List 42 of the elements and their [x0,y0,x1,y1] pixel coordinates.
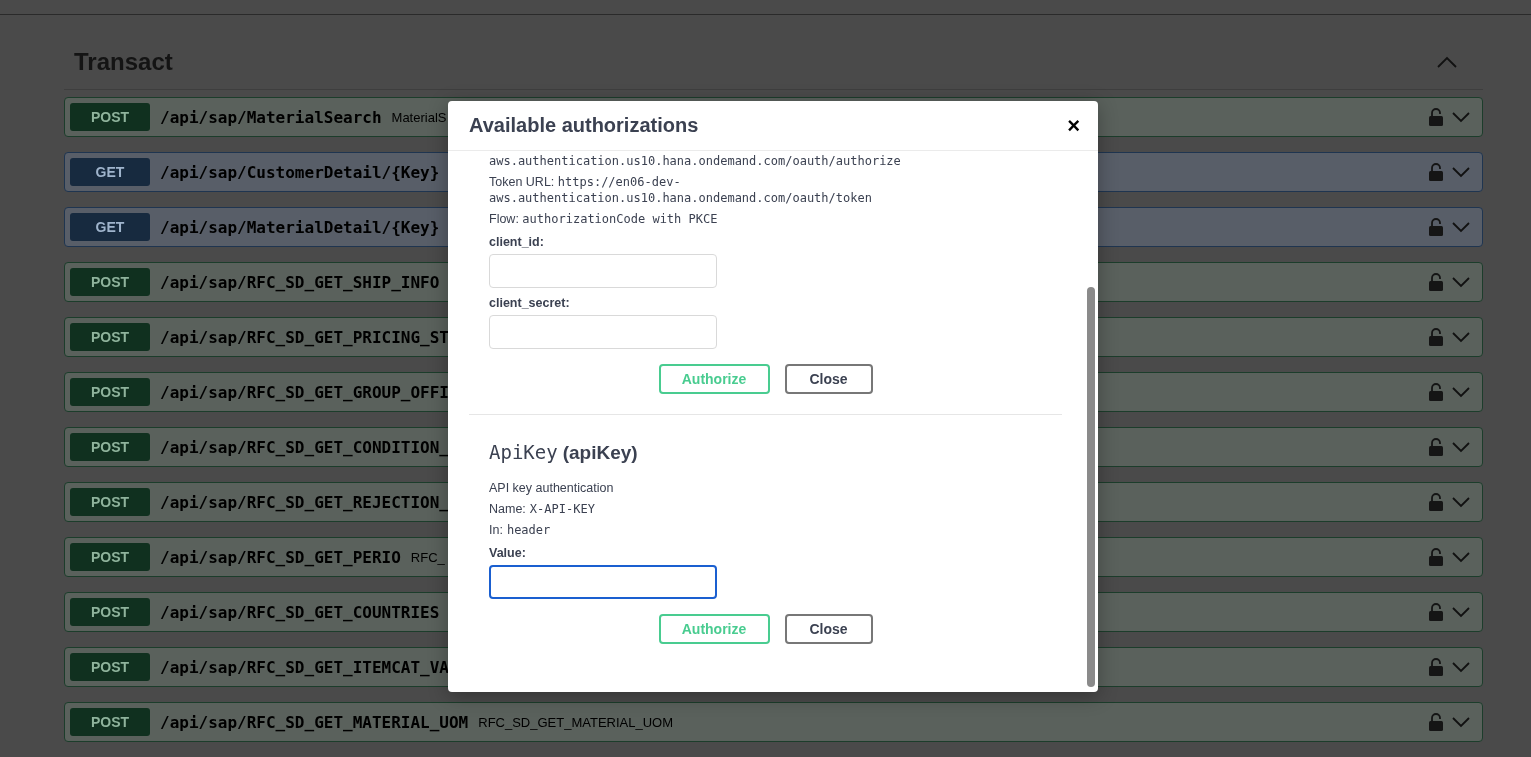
field-label: client_id: [489,235,545,249]
method-badge: POST [70,598,150,626]
endpoint-summary: RFC_SD_GET_MATERIAL_UOM [478,714,674,730]
token-url: Token URL: https://en06-dev-aws.authentication.us10.hana.ondemand.com/oauth/token [489,174,873,206]
endpoint-path: /api/sap/RFC_SD_GET_SHIP_INFO [160,272,440,292]
scheme-name: ApiKey [489,441,558,463]
flow-label: Flow: [489,212,519,226]
scheme-type: (apiKey) [562,442,638,464]
endpoint-path: /api/sap/MaterialSearch [160,107,382,127]
method-badge: POST [70,378,150,406]
field-label: client_secret: [489,296,571,310]
endpoint-summary: RFC_ [410,549,445,565]
method-badge: GET [70,213,150,241]
method-badge: POST [70,433,150,461]
method-badge: POST [70,268,150,296]
field-label: Value: [489,546,527,560]
endpoint-path: /api/sap/CustomerDetail/{Key} [160,162,440,182]
authorization-url: aws.authentication.us10.hana.ondemand.com/oauth/authorize [489,153,902,169]
endpoint-path: /api/sap/RFC_SD_GET_PRICING_ST [160,327,449,347]
method-badge: POST [70,708,150,736]
flow-value: authorizationCode with PKCE [522,212,718,226]
endpoint-path: /api/sap/RFC_SD_GET_REJECTION_ [160,492,449,512]
endpoint-path: /api/sap/RFC_SD_GET_CONDITION_ [160,437,449,457]
method-badge: POST [70,488,150,516]
modal-title: Available authorizations [469,114,699,137]
endpoint-path: /api/sap/RFC_SD_GET_PERIO [160,547,401,567]
key-location: header [506,522,551,538]
method-badge: POST [70,653,150,681]
method-badge: GET [70,158,150,186]
endpoint-path: /api/sap/RFC_SD_GET_MATERIAL_UOM [160,712,469,732]
endpoint-path: /api/sap/RFC_SD_GET_GROUP_OFFI [160,382,449,402]
scheme-description: API key authentication [489,480,615,496]
name-label: Name: [489,501,526,517]
method-badge: POST [70,543,150,571]
method-badge: POST [70,103,150,131]
in-label: In: [489,522,503,538]
key-name: X-API-KEY [529,501,595,517]
endpoint-summary: MaterialS [391,109,447,125]
endpoint-path: /api/sap/RFC_SD_GET_COUNTRIES [160,602,440,622]
method-badge: POST [70,323,150,351]
endpoint-path: /api/sap/RFC_SD_GET_ITEMCAT_VA [160,657,449,677]
endpoint-path: /api/sap/MaterialDetail/{Key} [160,217,440,237]
